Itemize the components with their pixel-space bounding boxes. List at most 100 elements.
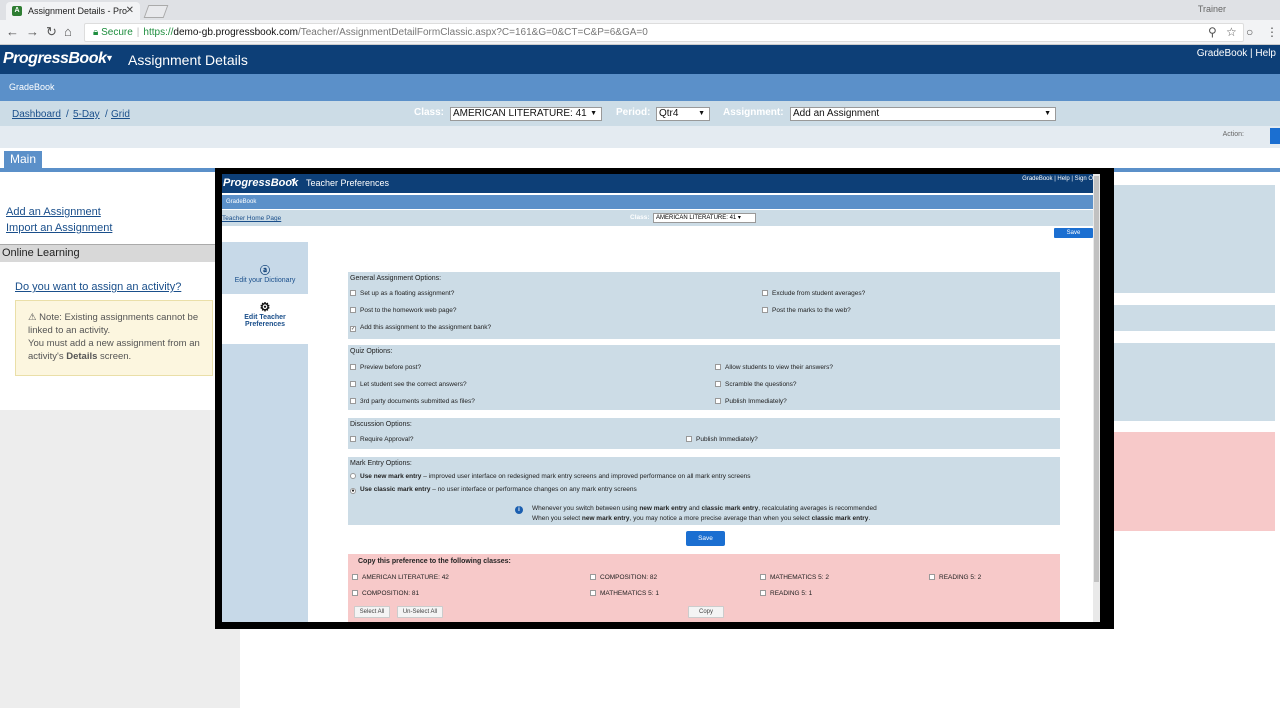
copy-class-option[interactable]: COMPOSITION: 81 [352, 590, 419, 597]
quiz-options-title: Quiz Options: [350, 348, 393, 355]
checkbox[interactable] [350, 307, 356, 313]
select-all-button[interactable]: Select All [354, 606, 390, 618]
period-select[interactable]: Qtr4 ▼ [656, 107, 710, 121]
checkbox[interactable] [762, 307, 768, 313]
note-bold: Details [66, 351, 98, 362]
close-tab-icon[interactable]: ✕ [126, 2, 134, 20]
checkbox[interactable] [762, 290, 768, 296]
unselect-all-button[interactable]: Un-Select All [397, 606, 443, 618]
copy-class-option[interactable]: COMPOSITION: 82 [590, 574, 657, 581]
checkbox[interactable] [350, 381, 356, 387]
forward-icon[interactable]: → [26, 24, 39, 39]
add-assignment-link[interactable]: Add an Assignment [6, 206, 101, 218]
online-learning-heading: Online Learning [0, 244, 215, 262]
edit-dictionary-item[interactable]: ⓐ Edit your Dictionary [222, 262, 308, 292]
secure-label: Secure [101, 27, 133, 38]
copy-title: Copy this preference to the following cl… [358, 558, 511, 565]
browser-tab-title: Assignment Details - Pro [28, 6, 128, 16]
radio-selected[interactable]: ● [350, 488, 356, 494]
assign-activity-link[interactable]: Do you want to assign an activity? [15, 281, 181, 293]
checkbox[interactable] [350, 290, 356, 296]
checkbox[interactable] [760, 590, 766, 596]
require-approval-option[interactable]: Require Approval? [350, 436, 413, 443]
save-button[interactable]: Save [686, 531, 725, 546]
tab-main[interactable]: Main [4, 151, 42, 168]
teacher-preferences-modal: ProgressBook ▼ Teacher Preferences Grade… [215, 168, 1114, 629]
save-button-top[interactable]: Save [1054, 228, 1093, 238]
correct-answers-option[interactable]: Let student see the correct answers? [350, 381, 467, 388]
copy-class-option[interactable]: READING 5: 2 [929, 574, 981, 581]
back-icon[interactable]: ← [6, 24, 19, 39]
checkbox[interactable] [590, 590, 596, 596]
checkbox-checked[interactable]: ✓ [350, 326, 356, 332]
exclude-averages-option[interactable]: Exclude from student averages? [762, 290, 865, 297]
checkbox[interactable] [715, 364, 721, 370]
lock-icon: 🔒︎ [93, 27, 99, 38]
reload-icon[interactable]: ↻ [46, 24, 57, 40]
new-mark-entry-option[interactable]: Use new mark entry – improved user inter… [350, 473, 751, 480]
checkbox[interactable] [350, 398, 356, 404]
checkbox[interactable] [929, 574, 935, 580]
modal-logo-dropdown-icon[interactable]: ▼ [290, 178, 297, 185]
class-select[interactable]: AMERICAN LITERATURE: 41 ▼ [450, 107, 602, 121]
assignment-select[interactable]: Add an Assignment ▼ [790, 107, 1056, 121]
checkbox[interactable] [715, 398, 721, 404]
modal-header-links[interactable]: GradeBook | Help | Sign Out [1022, 176, 1098, 182]
bookmark-star-icon[interactable]: ☆ [1226, 25, 1237, 39]
checkbox[interactable] [352, 574, 358, 580]
class-label: Class: [414, 107, 445, 118]
home-icon[interactable]: ⌂ [64, 24, 72, 39]
checkbox[interactable] [715, 381, 721, 387]
copy-class-option[interactable]: MATHEMATICS 5: 1 [590, 590, 659, 597]
browser-tab[interactable]: A Assignment Details - Pro ✕ [6, 2, 140, 20]
checkbox[interactable] [590, 574, 596, 580]
modal-logo[interactable]: ProgressBook [223, 177, 298, 189]
copy-class-option[interactable]: AMERICAN LITERATURE: 42 [352, 574, 449, 581]
teacher-home-link[interactable]: Teacher Home Page [222, 215, 281, 222]
gradebook-subheader: GradeBook [0, 74, 1280, 101]
zoom-icon[interactable]: ⚲ [1208, 25, 1217, 39]
checkbox[interactable] [352, 590, 358, 596]
extension-icon[interactable]: ○ [1246, 25, 1253, 39]
scrollbar-thumb[interactable] [1094, 176, 1099, 582]
modal-class-select[interactable]: AMERICAN LITERATURE: 41 ▾ [653, 213, 756, 223]
app-favicon-icon: A [12, 6, 22, 16]
view-answers-option[interactable]: Allow students to view their answers? [715, 364, 833, 371]
action-button[interactable] [1270, 128, 1280, 144]
browser-user[interactable]: Trainer [1198, 4, 1226, 14]
post-marks-option[interactable]: Post the marks to the web? [762, 307, 851, 314]
breadcrumb-5day[interactable]: 5-Day [73, 109, 100, 120]
preview-option[interactable]: Preview before post? [350, 364, 421, 371]
copy-class-option[interactable]: MATHEMATICS 5: 2 [760, 574, 829, 581]
logo-dropdown-icon[interactable]: ▼ [105, 53, 114, 63]
copy-class-option[interactable]: READING 5: 1 [760, 590, 812, 597]
breadcrumb-dashboard[interactable]: Dashboard [12, 109, 61, 120]
new-tab-button[interactable] [143, 5, 169, 18]
edit-preferences-item[interactable]: ⚙ Edit Teacher Preferences [222, 294, 308, 344]
breadcrumb-grid[interactable]: Grid [111, 109, 130, 120]
modal-scrollbar[interactable] [1093, 174, 1100, 622]
checkbox[interactable] [686, 436, 692, 442]
url-host: demo-gb.progressbook.com [173, 27, 298, 38]
radio[interactable] [350, 473, 356, 479]
progressbook-logo[interactable]: ProgressBook [3, 50, 107, 68]
menu-icon[interactable]: ⋮ [1266, 25, 1278, 39]
third-party-option[interactable]: 3rd party documents submitted as files? [350, 398, 475, 405]
discussion-options-section: Discussion Options: Require Approval? Pu… [348, 418, 1060, 449]
import-assignment-link[interactable]: Import an Assignment [6, 222, 112, 234]
floating-option[interactable]: Set up as a floating assignment? [350, 290, 454, 297]
classic-mark-entry-option[interactable]: ● Use classic mark entry – no user interf… [350, 486, 637, 494]
checkbox[interactable] [760, 574, 766, 580]
checkbox[interactable] [350, 364, 356, 370]
url-input[interactable]: 🔒︎ Secure | https://demo-gb.progressbook.c… [84, 23, 1244, 42]
homework-option[interactable]: Post to the homework web page? [350, 307, 456, 314]
scramble-option[interactable]: Scramble the questions? [715, 381, 797, 388]
copy-button[interactable]: Copy [688, 606, 724, 618]
checkbox[interactable] [350, 436, 356, 442]
header-links[interactable]: GradeBook | Help [1197, 48, 1276, 59]
assignment-bank-option[interactable]: ✓ Add this assignment to the assignment b… [350, 324, 491, 332]
modal-subheader: GradeBook [222, 195, 1100, 209]
filter-bar: Dashboard / 5-Day / Grid Class: AMERICAN… [0, 101, 1280, 126]
discussion-publish-option[interactable]: Publish Immediately? [686, 436, 758, 443]
quiz-publish-option[interactable]: Publish Immediately? [715, 398, 787, 405]
